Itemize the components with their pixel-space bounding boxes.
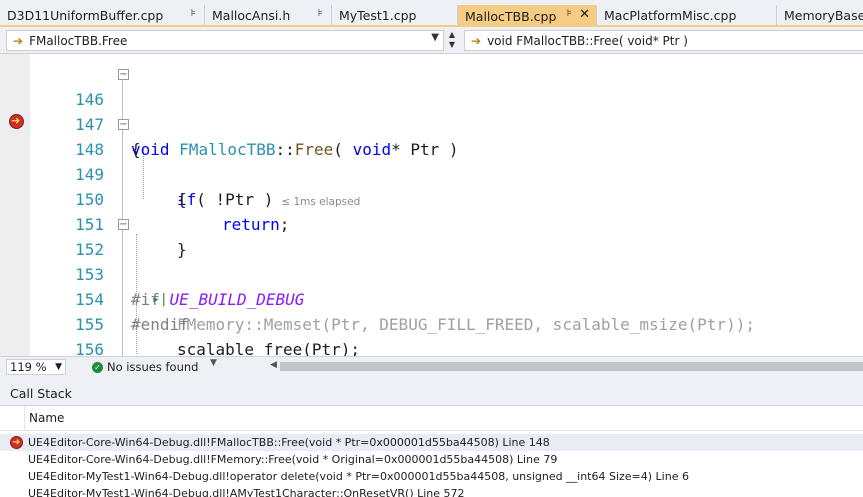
stack-frame-row[interactable]: UE4Editor-MyTest1-Win64-Debug.dll!AMyTes… <box>0 485 863 497</box>
tab-malloctbb[interactable]: MallocTBB.cpp ⊧ ✕ <box>458 5 597 27</box>
tab-d3d11uniformbuffer[interactable]: D3D11UniformBuffer.cpp ⊧ <box>0 5 205 25</box>
close-icon[interactable]: ✕ <box>579 7 590 22</box>
member-dropdown[interactable]: ➔ void FMallocTBB::Free( void* Ptr ) <box>464 30 863 51</box>
stack-frame-row[interactable]: UE4Editor-MyTest1-Win64-Debug.dll!operat… <box>0 468 863 485</box>
code-line-151: 151 } <box>30 187 863 259</box>
check-icon: ✓ <box>92 361 103 373</box>
scope-dropdown[interactable]: ➔ FMallocTBB.Free ▼ <box>6 30 444 51</box>
tab-label: MacPlatformMisc.cpp <box>604 7 737 23</box>
chevron-down-icon[interactable]: ▼ <box>210 358 217 368</box>
stack-frame-row[interactable]: UE4Editor-Core-Win64-Debug.dll!FMallocTB… <box>0 434 863 451</box>
pin-icon[interactable]: ⊧ <box>318 8 323 19</box>
member-label: void FMallocTBB::Free( void* Ptr ) <box>487 33 688 48</box>
code-line-148: 148 − if( !Ptr ) ≤ 1ms elapsed <box>30 112 863 209</box>
code-line-146: 146 − void FMallocTBB::Free( void* Ptr ) <box>30 62 863 159</box>
scroll-left-icon[interactable]: ◀ <box>270 360 277 370</box>
panel-title[interactable]: Call Stack <box>0 382 863 406</box>
code-line-150: 150 return; <box>30 162 863 234</box>
collapse-icon[interactable]: − <box>118 119 129 130</box>
breakpoint-margin[interactable] <box>0 54 30 356</box>
scope-arrow-icon: ➔ <box>13 33 24 48</box>
collapse-icon[interactable]: − <box>118 219 129 230</box>
code-line-149: 149 { <box>30 137 863 209</box>
stack-frame-text: UE4Editor-MyTest1-Win64-Debug.dll!AMyTes… <box>28 487 465 497</box>
code-line-154: 154 #endif <box>30 262 863 334</box>
current-statement-icon <box>9 114 24 129</box>
stack-frame-text: UE4Editor-MyTest1-Win64-Debug.dll!operat… <box>28 470 689 483</box>
issues-indicator[interactable]: ✓ No issues found <box>92 360 198 374</box>
tab-label: MallocTBB.cpp <box>465 8 557 24</box>
tab-label: MallocAnsi.h <box>212 7 291 23</box>
stack-frame-text: UE4Editor-Core-Win64-Debug.dll!FMemory::… <box>28 453 558 466</box>
editor-status-bar: 119 % ▼ ✓ No issues found ▼ ◀ <box>0 356 863 376</box>
chevron-down-icon[interactable]: ▼ <box>55 360 62 374</box>
current-frame-icon <box>10 434 23 451</box>
code-editor[interactable]: 146 − void FMallocTBB::Free( void* Ptr )… <box>0 54 863 356</box>
stack-frame-text: UE4Editor-Core-Win64-Debug.dll!FMallocTB… <box>28 436 550 449</box>
navigation-bar: ➔ FMallocTBB.Free ▼ ▲ ▼ ➔ void FMallocTBB… <box>0 27 863 54</box>
stack-frame-row[interactable]: UE4Editor-Core-Win64-Debug.dll!FMemory::… <box>0 451 863 468</box>
code-line-157: 157 } <box>30 337 863 356</box>
pin-icon[interactable]: ⊧ <box>567 8 572 19</box>
column-header: Name <box>0 406 863 431</box>
code-line-153: 153 ▸| FMemory::Memset(Ptr, DEBUG_FILL_F… <box>30 237 863 334</box>
zoom-dropdown[interactable]: 119 % ▼ <box>6 359 66 375</box>
tab-mytest1[interactable]: MyTest1.cpp <box>332 5 458 25</box>
code-line-155: 155 scalable_free(Ptr); <box>30 287 863 356</box>
chevron-down-icon[interactable]: ▼ <box>431 32 439 43</box>
pin-icon[interactable]: ⊧ <box>191 8 196 19</box>
scope-label: FMallocTBB.Free <box>29 33 128 48</box>
document-tab-strip: D3D11UniformBuffer.cpp ⊧ MallocAnsi.h ⊧ … <box>0 0 863 27</box>
collapse-icon[interactable]: − <box>118 69 129 80</box>
tab-memorybase[interactable]: MemoryBase.h <box>777 5 863 25</box>
tab-macplatformmisc[interactable]: MacPlatformMisc.cpp <box>597 5 777 25</box>
column-separator <box>24 406 25 431</box>
tab-label: MemoryBase.h <box>784 7 863 23</box>
splitter-arrows-icon[interactable]: ▲ ▼ <box>446 30 458 51</box>
tab-label: D3D11UniformBuffer.cpp <box>7 7 164 23</box>
code-line-156: 156 <box>30 312 863 356</box>
issues-label: No issues found <box>107 360 199 374</box>
call-stack-panel: Call Stack Name UE4Editor-Core-Win64-Deb… <box>0 376 863 497</box>
code-line-147: 147 { <box>30 87 863 159</box>
member-arrow-icon: ➔ <box>471 33 482 48</box>
column-name[interactable]: Name <box>29 411 64 425</box>
code-line-152: 152 − #if UE_BUILD_DEBUG <box>30 212 863 309</box>
tab-mallocansi[interactable]: MallocAnsi.h ⊧ <box>205 5 332 25</box>
tab-label: MyTest1.cpp <box>339 7 417 23</box>
horizontal-scrollbar[interactable] <box>280 362 863 371</box>
zoom-value: 119 % <box>10 360 47 374</box>
